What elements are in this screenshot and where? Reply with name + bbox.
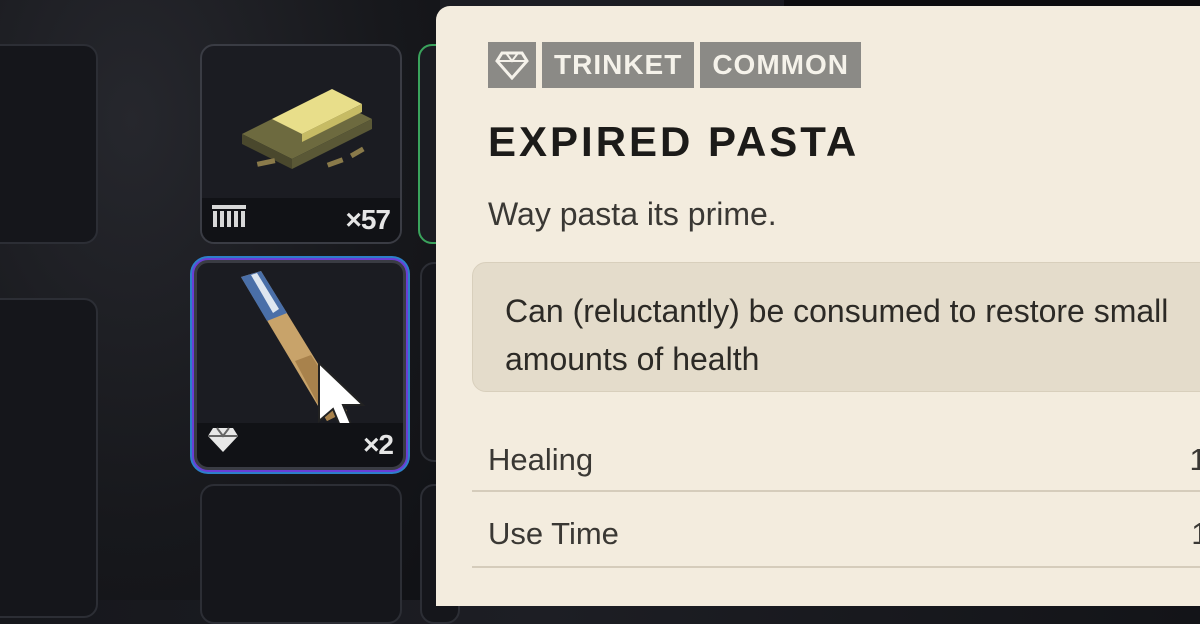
item-count: ×2 [363, 429, 394, 460]
inventory-slot-empty[interactable] [0, 298, 98, 618]
stat-divider [472, 566, 1200, 568]
stat-value: 15 [1189, 442, 1200, 477]
item-flavor-text: Way pasta its prime. [488, 196, 777, 232]
diamond-icon [488, 42, 536, 88]
stat-value: 1s [1191, 516, 1200, 551]
inventory-slot-empty[interactable] [200, 484, 402, 624]
diamond-icon [207, 426, 239, 459]
stat-row-healing: Healing 15 [472, 426, 1200, 496]
ammo-icon [212, 203, 246, 234]
item-tags: TRINKET COMMON [488, 42, 861, 88]
inventory-slot-ammo[interactable]: ×57 [200, 44, 402, 244]
item-rarity-tag: COMMON [700, 42, 861, 88]
stat-label: Use Time [488, 516, 619, 551]
item-tooltip: TRINKET COMMON EXPIRED PASTA Way pasta i… [436, 6, 1200, 606]
inventory-panel: ×57 ×2 [0, 0, 460, 624]
item-type-tag: TRINKET [542, 42, 695, 88]
ammo-box-icon [242, 89, 372, 169]
stat-divider [472, 490, 1200, 492]
item-description: Can (reluctantly) be consumed to restore… [505, 293, 1169, 377]
stat-row-use-time: Use Time 1s [472, 500, 1200, 570]
inventory-slot-expired-pasta[interactable]: ×2 [194, 260, 406, 470]
item-description-box: Can (reluctantly) be consumed to restore… [472, 262, 1200, 392]
item-count: ×57 [345, 204, 391, 235]
inventory-slot-empty[interactable] [0, 44, 98, 244]
stat-label: Healing [488, 442, 594, 477]
item-title: EXPIRED PASTA [488, 118, 860, 165]
